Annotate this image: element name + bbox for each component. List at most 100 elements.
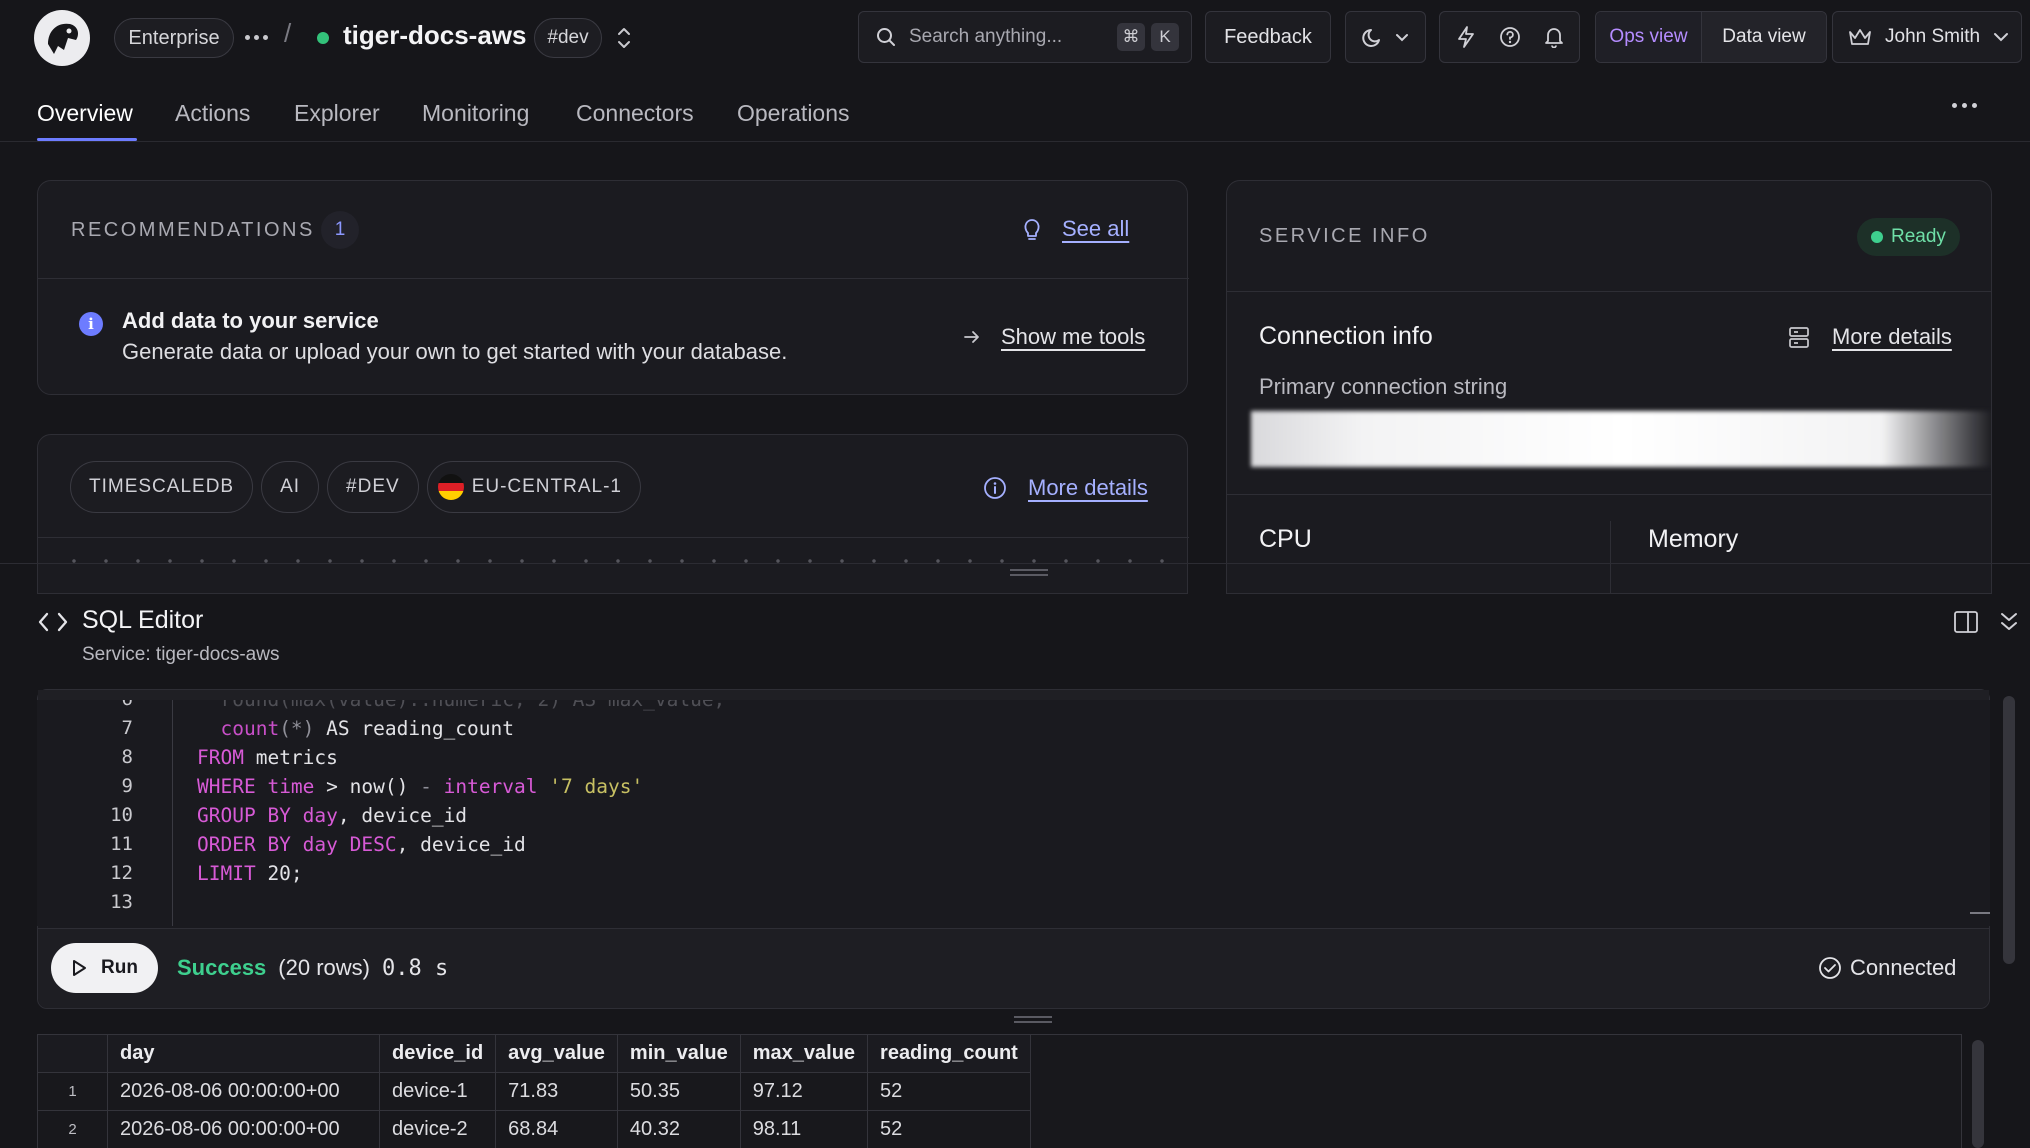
tags-more-details-link[interactable]: More details [1028,475,1148,501]
table-cell[interactable]: 52 [867,1110,1031,1148]
tag-list: TIMESCALEDB AI #DEV EU-CENTRAL-1 [70,461,641,513]
code-line[interactable]: count(*) AS reading_count [197,717,514,740]
code-brackets-icon [37,608,69,636]
code-editor[interactable]: 6 round(max(value)::numeric, 2) AS max_v… [37,700,1990,926]
table-cell[interactable]: 52 [867,1072,1031,1111]
search-icon [877,28,895,46]
collapse-chevrons-icon[interactable] [1997,609,2021,635]
run-button[interactable]: Run [51,943,158,993]
table-cell[interactable]: device-2 [378,1110,497,1148]
table-cell[interactable]: 2026-08-06 00:00:00+00 [107,1072,380,1111]
recommendations-title: RECOMMENDATIONS [71,219,315,241]
table-cell[interactable]: 68.84 [495,1110,618,1148]
tab-connectors[interactable]: Connectors [576,100,694,127]
results-scrollbar[interactable] [1972,1040,1984,1148]
table-cell[interactable]: device-1 [378,1072,497,1111]
arrow-right-icon [962,327,982,347]
top-header: Enterprise / tiger-docs-aws #dev Search … [0,0,2030,76]
column-header[interactable]: day [107,1034,380,1073]
line-number: 13 [110,891,133,913]
table-cell[interactable]: 98.11 [739,1110,869,1148]
card-divider [1227,494,1991,495]
code-line[interactable]: WHERE time > now() - interval '7 days' [197,775,643,798]
feedback-button[interactable]: Feedback [1205,11,1331,63]
column-header[interactable]: device_id [378,1034,497,1073]
connection-status: Connected [1818,955,1956,981]
run-label: Run [101,957,138,978]
theme-toggle[interactable] [1345,11,1426,63]
tab-actions[interactable]: Actions [175,100,250,127]
app-logo[interactable] [34,10,90,66]
connection-string-redacted[interactable] [1251,411,1991,467]
status-success: Success [177,955,267,980]
sidebar-toggle-icon[interactable] [1953,609,1979,635]
column-header[interactable]: min_value [616,1034,741,1073]
resize-handle[interactable] [1010,569,1048,579]
table-row[interactable]: 2 2026-08-06 00:00:00+00 device-2 68.84 … [37,1110,1031,1148]
tag-timescaledb: TIMESCALEDB [70,461,254,513]
table-cell[interactable]: 40.32 [616,1110,741,1148]
row-number: 2 [37,1110,108,1148]
sql-editor-title: SQL Editor [82,606,204,634]
panel-splitter [0,563,2030,564]
tab-overview[interactable]: Overview [37,100,133,127]
show-me-tools-link[interactable]: Show me tools [1001,324,1145,350]
row-number: 1 [37,1072,108,1111]
indent-guide [172,700,173,926]
chevron-up-down-icon[interactable] [614,24,634,52]
tab-monitoring[interactable]: Monitoring [422,100,529,127]
line-number: 9 [121,775,133,797]
table-cell[interactable]: 2026-08-06 00:00:00+00 [107,1110,380,1148]
line-number: 12 [110,862,133,884]
view-switcher: Ops view Data view [1595,11,1827,63]
column-header[interactable]: max_value [739,1034,869,1073]
region-label: EU-CENTRAL-1 [471,476,622,497]
more-icon[interactable] [244,22,268,52]
line-number: 11 [110,833,133,855]
service-status-dot [317,32,329,44]
kbd-cmd: ⌘ [1117,23,1145,51]
results-table: day device_id avg_value min_value max_va… [37,1034,1031,1148]
rows-count: (20 rows) [278,955,370,980]
chevron-down-icon [1994,33,2009,42]
query-status: Success (20 rows) 0.8 s [177,955,448,981]
editor-scrollbar[interactable] [2003,696,2015,964]
kbd-k: K [1151,23,1179,51]
column-header[interactable]: reading_count [867,1034,1031,1073]
tabs-more-icon[interactable] [1952,103,1977,108]
recommendations-count: 1 [321,211,359,249]
code-line[interactable]: LIMIT 20; [197,862,303,885]
table-cell[interactable]: 71.83 [495,1072,618,1111]
feedback-label: Feedback [1224,25,1312,48]
lightning-icon[interactable] [1455,25,1477,49]
help-icon[interactable] [1499,26,1521,48]
service-name[interactable]: tiger-docs-aws [343,20,527,51]
line-number: 7 [121,717,133,739]
table-cell[interactable]: 97.12 [739,1072,869,1111]
column-header[interactable]: avg_value [495,1034,618,1073]
table-row[interactable]: 1 2026-08-06 00:00:00+00 device-1 71.83 … [37,1072,1031,1111]
search-placeholder: Search anything... [909,26,1063,47]
user-menu[interactable]: John Smith [1832,11,2022,63]
code-line[interactable]: FROM metrics [197,746,338,769]
code-line[interactable]: round(max(value)::numeric, 2) AS max_val… [197,700,725,711]
search-input[interactable]: Search anything... ⌘ K [858,11,1192,63]
card-divider [1227,291,1991,292]
workspace-selector[interactable]: Enterprise [114,18,234,58]
flag-de-icon [437,474,464,500]
code-line[interactable]: GROUP BY day, device_id [197,804,467,827]
results-resize-handle[interactable] [1014,1016,1052,1026]
tab-operations[interactable]: Operations [737,100,850,127]
bell-icon[interactable] [1543,26,1565,48]
recommendations-card: RECOMMENDATIONS 1 See all i Add data to … [37,180,1189,395]
connection-more-details-link[interactable]: More details [1832,324,1952,350]
see-all-link[interactable]: See all [1062,216,1129,242]
ops-view-button[interactable]: Ops view [1596,12,1702,62]
tab-explorer[interactable]: Explorer [294,100,380,127]
data-view-button[interactable]: Data view [1702,12,1826,62]
table-cell[interactable]: 50.35 [616,1072,741,1111]
code-line[interactable]: ORDER BY day DESC, device_id [197,833,526,856]
service-info-card: SERVICE INFO Ready Connection info More … [1226,180,1992,594]
lightbulb-icon [1021,216,1043,242]
service-tag: #dev [534,18,602,58]
